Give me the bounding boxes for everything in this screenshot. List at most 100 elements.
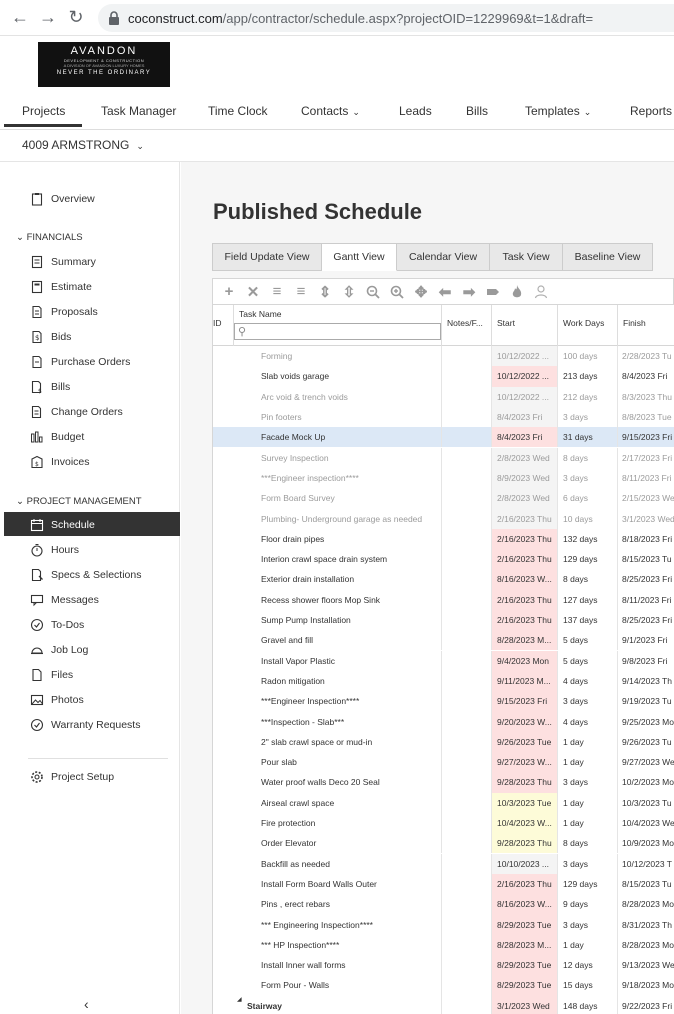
critical-path-icon[interactable] xyxy=(507,282,527,302)
table-row[interactable]: Gravel and fill 8/28/2023 M... 5 days 9/1/2… xyxy=(213,630,674,651)
col-header-notes[interactable]: Notes/F... xyxy=(442,305,492,346)
sidebar-item-budget[interactable]: Budget xyxy=(30,428,84,446)
table-row[interactable]: Arc void & trench voids 10/12/2022 ... 212… xyxy=(213,386,674,407)
table-row[interactable]: *** Engineering Inspection**** 8/29/2023 … xyxy=(213,914,674,935)
table-row[interactable]: Radon mitigation 9/11/2023 M... 4 days 9/14… xyxy=(213,670,674,692)
back-icon[interactable]: ← xyxy=(6,4,34,32)
expand-caret-icon[interactable]: ◢ xyxy=(237,996,242,1003)
finish-cell: 10/12/2023 T xyxy=(622,858,672,869)
sidebar-item-messages[interactable]: Messages xyxy=(30,591,99,609)
nav-task-manager[interactable]: Task Manager xyxy=(101,104,176,118)
col-header-start[interactable]: Start xyxy=(492,305,558,346)
table-row[interactable]: Stairway ◢ 3/1/2023 Wed 148 days 9/22/2023 F… xyxy=(213,995,674,1014)
table-row[interactable]: Interion crawl space drain system 2/16/20… xyxy=(213,549,674,570)
table-row[interactable]: Pour slab 9/27/2023 W... 1 day 9/27/2023 We xyxy=(213,752,674,773)
sidebar-item-proposals[interactable]: Proposals xyxy=(30,303,98,321)
sidebar-item-photos[interactable]: Photos xyxy=(30,691,84,709)
sidebar-item-todos[interactable]: To-Dos xyxy=(30,616,84,634)
table-row[interactable]: Backfill as needed 10/10/2023 ... 3 days 10… xyxy=(213,853,674,874)
nav-templates[interactable]: Templates ⌄ xyxy=(525,104,591,118)
sidebar-item-summary[interactable]: Summary xyxy=(30,253,96,271)
move-icon[interactable]: ✥ xyxy=(411,282,431,302)
tab-task-view[interactable]: Task View xyxy=(490,243,563,271)
table-row[interactable]: Sump Pump Installation 2/16/2023 Thu 137 d… xyxy=(213,609,674,631)
sidebar-item-specs[interactable]: Specs & Selections xyxy=(30,566,141,584)
sidebar-item-project-setup[interactable]: Project Setup xyxy=(30,768,114,786)
sidebar-item-files[interactable]: Files xyxy=(30,666,73,684)
table-row[interactable]: Install Vapor Plastic 9/4/2023 Mon 5 days 9… xyxy=(213,650,674,671)
add-icon[interactable]: + xyxy=(219,282,239,302)
sidebar-collapse-button[interactable]: ‹ xyxy=(84,996,89,1012)
tab-calendar-view[interactable]: Calendar View xyxy=(397,243,490,271)
table-row[interactable]: Water proof walls Deco 20 Seal 9/28/2023 … xyxy=(213,772,674,793)
sidebar-item-estimate[interactable]: Estimate xyxy=(30,278,92,296)
table-row[interactable]: Fire protection 10/4/2023 W... 1 day 10/4/2… xyxy=(213,812,674,834)
sidebar-item-purchase-orders[interactable]: Purchase Orders xyxy=(30,353,130,371)
table-row[interactable]: ***Inspection - Slab*** 9/20/2023 W... 4 d… xyxy=(213,711,674,732)
table-row[interactable]: Plumbing- Underground garage as needed 2/… xyxy=(213,508,674,529)
table-row[interactable]: Slab voids garage 10/12/2022 ... 213 days 8… xyxy=(213,366,674,387)
task-search-input[interactable]: ⚲ xyxy=(234,323,441,340)
tag-icon[interactable] xyxy=(483,282,503,302)
nav-bills[interactable]: Bills xyxy=(466,104,488,118)
col-header-id[interactable]: ID xyxy=(213,305,234,346)
table-row[interactable]: Form Pour - Walls 8/29/2023 Tue 15 days 9/1… xyxy=(213,975,674,996)
nav-contacts[interactable]: Contacts ⌄ xyxy=(301,104,360,118)
sidebar-item-bills[interactable]: $ Bills xyxy=(30,378,70,396)
arrow-right-icon[interactable]: ➡ xyxy=(459,282,479,302)
table-row[interactable]: Airseal crawl space 10/3/2023 Tue 1 day 10/… xyxy=(213,792,674,813)
table-row[interactable]: Exterior drain installation 8/16/2023 W..… xyxy=(213,569,674,590)
table-row[interactable]: Forming 10/12/2022 ... 100 days 2/28/2023 T… xyxy=(213,346,674,367)
sidebar-item-bids[interactable]: $ Bids xyxy=(30,328,71,346)
table-row[interactable]: Form Board Survey 2/8/2023 Wed 6 days 2/15/… xyxy=(213,488,674,509)
tab-baseline-view[interactable]: Baseline View xyxy=(563,243,653,271)
arrow-left-icon[interactable]: ⬅ xyxy=(435,282,455,302)
outdent-icon[interactable]: ≡ xyxy=(291,282,311,302)
sidebar-item-schedule[interactable]: Schedule xyxy=(30,516,95,534)
table-row[interactable]: Recess shower floors Mop Sink 2/16/2023 T… xyxy=(213,589,674,610)
address-bar[interactable]: coconstruct.com/app/contractor/schedule.… xyxy=(98,4,674,32)
sidebar-item-overview[interactable]: Overview xyxy=(30,190,95,208)
delete-icon[interactable]: ✕ xyxy=(243,282,263,302)
sidebar-item-warranty[interactable]: Warranty Requests xyxy=(30,716,140,734)
forward-icon[interactable]: → xyxy=(34,4,62,32)
table-row[interactable]: Floor drain pipes 2/16/2023 Thu 132 days 8/… xyxy=(213,528,674,549)
section-financials[interactable]: ⌄ FINANCIALS xyxy=(16,232,83,243)
project-selector[interactable]: 4009 ARMSTRONG ⌄ xyxy=(22,138,144,152)
tab-gantt-view[interactable]: Gantt View xyxy=(322,243,397,271)
sidebar-item-hours[interactable]: Hours xyxy=(30,541,79,559)
table-row[interactable]: Install Inner wall forms 8/29/2023 Tue 12 … xyxy=(213,955,674,976)
company-logo[interactable]: AVANDON DEVELOPMENT & CONSTRUCTION A DIV… xyxy=(38,42,170,87)
table-row[interactable]: Survey Inspection 2/8/2023 Wed 8 days 2/17/… xyxy=(213,447,674,468)
table-row[interactable]: Order Elevator 9/28/2023 Thu 8 days 10/9/20… xyxy=(213,833,674,854)
user-icon[interactable] xyxy=(531,282,551,302)
expand-all-icon[interactable]: ⇳ xyxy=(339,282,359,302)
nav-projects[interactable]: Projects xyxy=(22,104,65,118)
tab-field-update-view[interactable]: Field Update View xyxy=(212,243,322,271)
col-header-finish[interactable]: Finish xyxy=(618,305,674,346)
calculator-icon xyxy=(30,280,44,294)
table-row[interactable]: Facade Mock Up 8/4/2023 Fri 31 days 9/15/20… xyxy=(213,427,674,448)
table-row[interactable]: *** HP Inspection**** 8/28/2023 M... 1 day… xyxy=(213,934,674,955)
table-row[interactable]: 2" slab crawl space or mud-in 9/26/2023 T… xyxy=(213,731,674,752)
section-project-management[interactable]: ⌄ PROJECT MANAGEMENT xyxy=(16,496,142,507)
sidebar-item-job-log[interactable]: Job Log xyxy=(30,641,88,659)
table-row[interactable]: ***Engineer inspection**** 8/9/2023 Wed 3 … xyxy=(213,467,674,489)
indent-icon[interactable]: ≡ xyxy=(267,282,287,302)
table-row[interactable]: Install Form Board Walls Outer 2/16/2023 … xyxy=(213,873,674,895)
zoom-out-icon[interactable] xyxy=(363,282,383,302)
table-row[interactable]: Pins , erect rebars 8/16/2023 W... 9 days 8… xyxy=(213,894,674,915)
sidebar-label: Warranty Requests xyxy=(51,719,141,731)
nav-time-clock[interactable]: Time Clock xyxy=(208,104,268,118)
reload-icon[interactable]: ↻ xyxy=(62,4,90,32)
col-header-work-days[interactable]: Work Days xyxy=(558,305,618,346)
sidebar-item-invoices[interactable]: $ Invoices xyxy=(30,453,90,471)
table-row[interactable]: Pin footers 8/4/2023 Fri 3 days 8/8/2023 Tu… xyxy=(213,406,674,428)
zoom-in-icon[interactable] xyxy=(387,282,407,302)
table-row[interactable]: ***Engineer Inspection**** 9/15/2023 Fri 3… xyxy=(213,691,674,712)
notes-cell xyxy=(442,812,492,834)
nav-reports[interactable]: Reports xyxy=(630,104,672,118)
collapse-all-icon[interactable]: ⇕ xyxy=(315,282,335,302)
sidebar-item-change-orders[interactable]: Change Orders xyxy=(30,403,123,421)
nav-leads[interactable]: Leads xyxy=(399,104,432,118)
